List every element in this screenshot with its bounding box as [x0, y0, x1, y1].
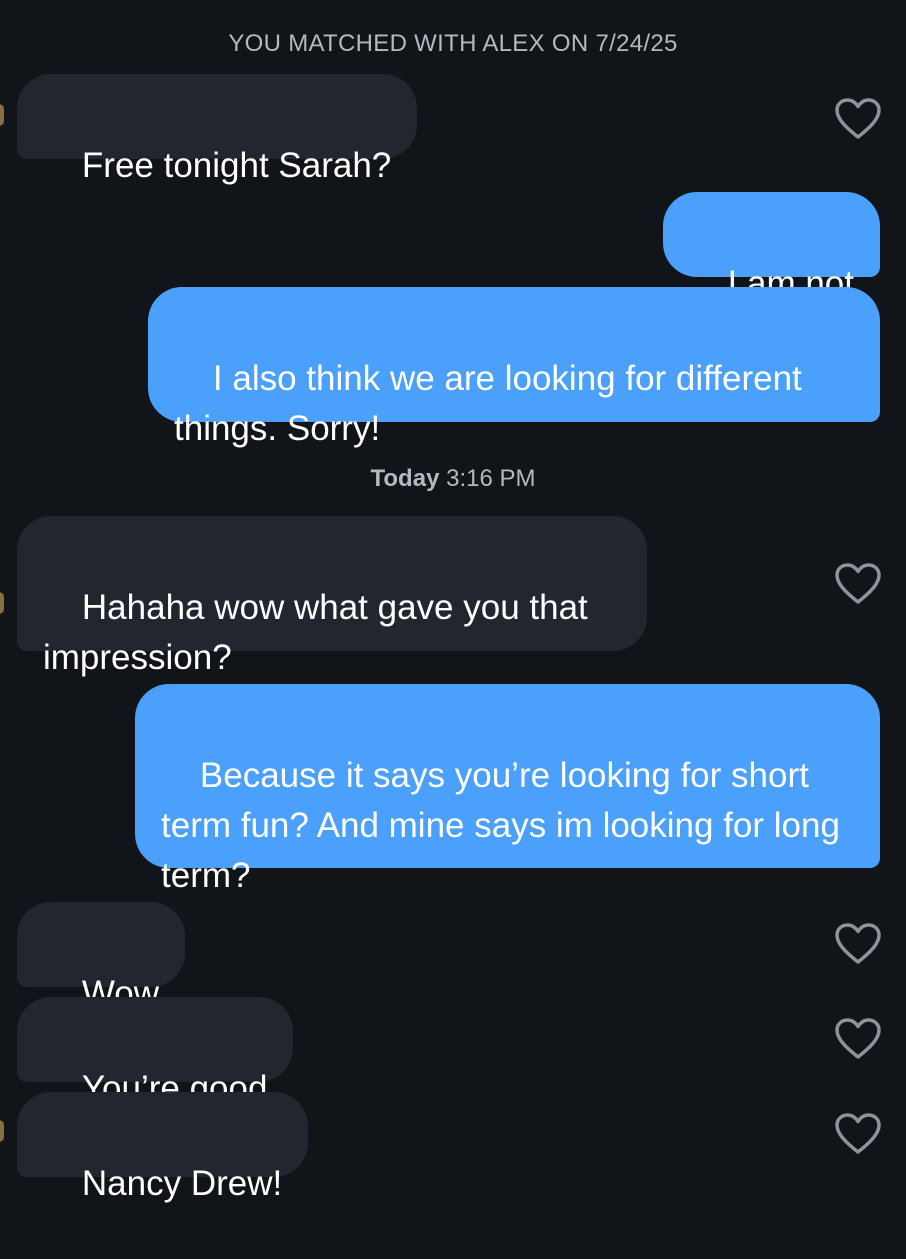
match-header: YOU MATCHED WITH ALEX ON 7/24/25 — [228, 30, 678, 57]
message-text: Free tonight Sarah? — [81, 146, 392, 185]
avatar[interactable] — [0, 592, 4, 614]
message-bubble-incoming[interactable]: Nancy Drew! — [17, 1092, 309, 1203]
message-bubble-incoming[interactable]: Hahaha wow what gave you that impression… — [17, 516, 647, 677]
like-heart-icon[interactable] — [834, 97, 882, 141]
avatar[interactable] — [0, 1120, 4, 1142]
like-heart-icon[interactable] — [834, 922, 882, 966]
message-text: Hahaha wow what gave you that impression… — [43, 588, 598, 677]
like-heart-icon[interactable] — [834, 1017, 882, 1061]
like-heart-icon[interactable] — [834, 562, 882, 606]
message-bubble-outgoing[interactable]: I also think we are looking for differen… — [148, 287, 880, 448]
message-bubble-outgoing[interactable]: Because it says you’re looking for short… — [135, 684, 880, 895]
message-bubble-incoming[interactable]: Wow — [17, 902, 186, 1013]
message-text: I also think we are looking for differen… — [174, 359, 812, 448]
avatar[interactable] — [0, 104, 4, 126]
like-heart-icon[interactable] — [834, 1112, 882, 1156]
message-bubble-incoming[interactable]: Free tonight Sarah? — [17, 74, 418, 185]
message-text: Nancy Drew! — [81, 1164, 283, 1203]
timestamp-day: Today — [370, 465, 440, 492]
message-text: Because it says you’re looking for short… — [161, 756, 850, 895]
message-timestamp: Today 3:16 PM — [0, 465, 906, 493]
timestamp-time: 3:16 PM — [446, 465, 536, 492]
message-bubble-outgoing[interactable]: I am not — [662, 192, 880, 303]
message-bubble-incoming[interactable]: You’re good — [17, 997, 294, 1108]
